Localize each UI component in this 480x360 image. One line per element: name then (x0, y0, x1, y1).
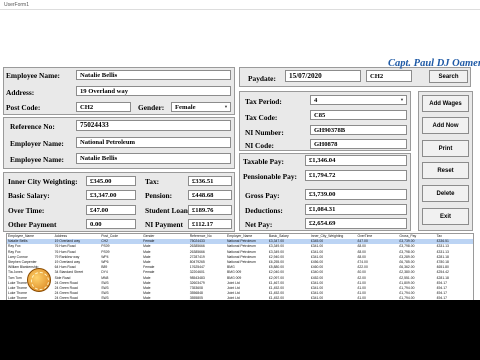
student-loan-label: Student Loan (145, 206, 188, 215)
employee-name-field-2[interactable]: Natalie Bellis (76, 153, 231, 164)
ni-code-field[interactable]: GH0878 (310, 139, 407, 149)
other-payment-label: Other Payment (8, 220, 57, 229)
pension-label: Pension: (145, 191, 173, 200)
payroll-form: UserForm1 Employee Name: Natalie Bellis … (0, 0, 480, 360)
address-label: Address: (6, 88, 35, 97)
net-pay-field[interactable]: £2,654.69 (305, 218, 407, 229)
records-table[interactable]: Employee_Name Address Post_Code Gender Refer… (6, 233, 474, 301)
reference-no-label: Reference No: (10, 122, 55, 131)
window-title: UserForm1 (0, 0, 480, 10)
postcode-field[interactable]: CH2 (76, 102, 131, 112)
paydate-label: Paydate: (248, 74, 276, 83)
tax-code-field[interactable]: C85 (310, 110, 407, 120)
net-pay-label: Net Pay: (245, 220, 273, 229)
chevron-down-icon[interactable]: ▼ (223, 104, 229, 110)
reference-no-field[interactable]: 75024433 (76, 120, 231, 131)
taxable-pay-field[interactable]: £1,346.04 (305, 155, 407, 166)
table-row[interactable]: Tia Jones 34 Standard Street DY4 Female 3220… (7, 270, 473, 275)
inner-city-label: Inner City Weighting: (8, 177, 78, 186)
gender-select[interactable]: Female ▼ (171, 102, 231, 112)
reset-button[interactable]: Reset (422, 162, 469, 179)
channel-logo (27, 268, 51, 292)
student-loan-field[interactable]: £189.76 (188, 205, 232, 215)
postcode-label: Post Code: (6, 103, 41, 112)
gross-pay-label: Gross Pay: (245, 191, 280, 200)
tax-field[interactable]: £336.51 (188, 176, 232, 186)
gender-value: Female (175, 104, 196, 111)
basic-salary-label: Basic Salary: (8, 191, 50, 200)
brand-title: Capt. Paul DJ Oamen (388, 58, 480, 69)
address-field[interactable]: 19 Overland way (76, 86, 231, 96)
ni-number-label: NI Number: (245, 128, 284, 137)
ni-number-field[interactable]: GH90378B (310, 125, 407, 135)
employee-name-label: Employee Name: (6, 71, 60, 80)
tax-period-select[interactable]: 4 ▼ (310, 95, 407, 105)
tax-period-value: 4 (314, 97, 318, 104)
taxable-pay-label: Taxable Pay: (243, 157, 284, 166)
paydate-field[interactable]: 15/07/2020 (285, 70, 361, 82)
overtime-label: Over Time: (8, 206, 45, 215)
deductions-field[interactable]: £1,084.31 (305, 204, 407, 215)
employee-name-field[interactable]: Natalie Bellis (76, 70, 231, 80)
other-payment-field[interactable]: 0.00 (86, 219, 136, 229)
tax-code-label: Tax Code: (245, 113, 278, 122)
pensionable-pay-label: Pensionable Pay: (243, 172, 297, 181)
overtime-field[interactable]: £47.00 (86, 205, 136, 215)
video-letterbox (0, 300, 480, 360)
pensionable-pay-field[interactable]: £1,794.72 (305, 170, 407, 181)
gender-label: Gender: (138, 103, 165, 112)
ni-payment-field[interactable]: £112.17 (188, 219, 232, 229)
ni-payment-label: NI Payment (145, 220, 183, 229)
tax-period-label: Tax Period: (245, 97, 282, 106)
tax-label: Tax: (145, 177, 160, 186)
chevron-down-icon[interactable]: ▼ (399, 97, 405, 103)
add-wages-button[interactable]: Add Wages (422, 95, 469, 112)
employer-name-field[interactable]: National Petroleum (76, 137, 231, 148)
ni-code-label: NI Code: (245, 141, 274, 150)
deductions-label: Deductions: (245, 206, 283, 215)
delete-button[interactable]: Delete (422, 185, 469, 202)
inner-city-field[interactable]: £345.00 (86, 176, 136, 186)
exit-button[interactable]: Exit (422, 208, 469, 225)
paydate-code-field[interactable]: CH2 (366, 70, 412, 82)
add-now-button[interactable]: Add Now (422, 117, 469, 134)
pension-field[interactable]: £448.68 (188, 190, 232, 200)
print-button[interactable]: Print (422, 140, 469, 157)
basic-salary-field[interactable]: £3,347.00 (86, 190, 136, 200)
search-button[interactable]: Search (429, 70, 468, 83)
employee-name-label-2: Employee Name: (10, 155, 64, 164)
gross-pay-field[interactable]: £3,739.00 (305, 189, 407, 200)
employer-name-label: Employer Name: (10, 139, 64, 148)
